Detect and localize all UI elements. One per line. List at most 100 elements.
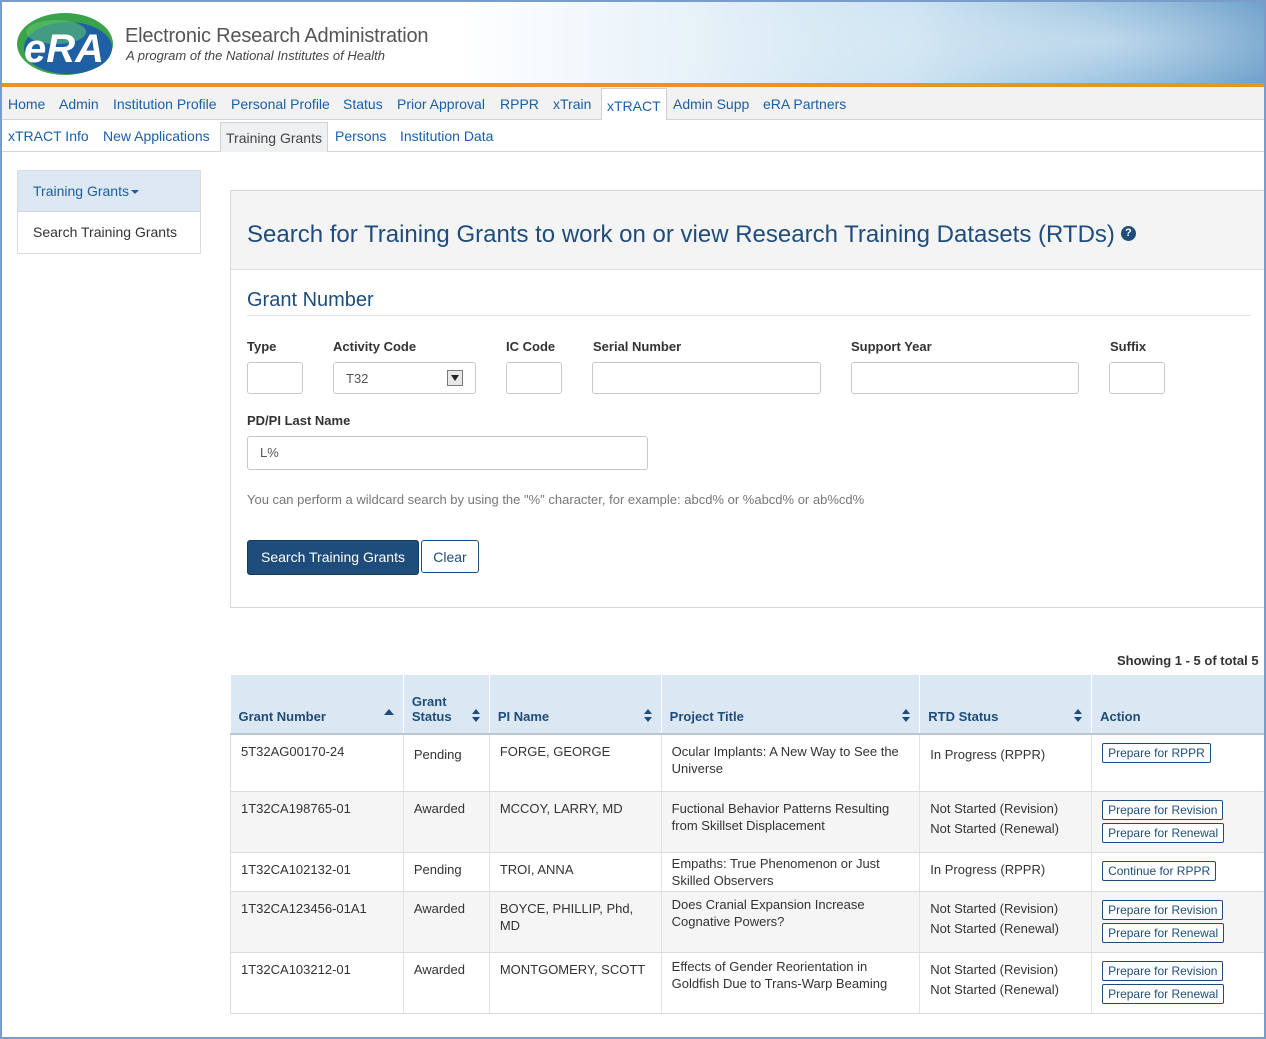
banner-subtitle: A program of the National Institutes of … — [126, 48, 385, 63]
prepare-for-revision-button[interactable]: Prepare for Revision — [1102, 799, 1224, 820]
cell-action: Prepare for Revision Prepare for Renewal — [1091, 791, 1264, 853]
cell-pi-name: BOYCE, PHILLIP, Phd, MD — [489, 891, 662, 953]
sort-icon — [902, 709, 911, 723]
cell-pi-name: MCCOY, LARRY, MD — [489, 791, 662, 853]
cell-action: Prepare for Revision Prepare for Renewal — [1091, 891, 1264, 953]
prepare-for-revision-button[interactable]: Prepare for Revision — [1102, 899, 1224, 920]
cell-grant-status: Awarded — [403, 952, 490, 1014]
prepare-for-renewal-button[interactable]: Prepare for Renewal — [1102, 922, 1225, 943]
rtd-status-text: Not Started (Revision) — [930, 900, 1059, 916]
col-header-rtd-status[interactable]: RTD Status — [919, 675, 1093, 735]
nav-home[interactable]: Home — [8, 96, 45, 112]
nav-admin[interactable]: Admin — [59, 96, 99, 112]
support-year-input[interactable] — [851, 362, 1079, 394]
cell-grant-number: 1T32CA123456-01A1 — [230, 891, 404, 953]
col-header-label: Grant Number — [238, 709, 326, 724]
banner-title: Electronic Research Administration — [125, 25, 429, 47]
banner-swoosh — [562, 2, 1264, 84]
col-header-label: Action — [1100, 709, 1141, 724]
sort-asc-icon — [383, 709, 394, 715]
side-menu: Training Grants Search Training Grants — [17, 170, 201, 254]
pi-last-name-label: PD/PI Last Name — [247, 413, 351, 428]
nav-rppr[interactable]: RPPR — [500, 96, 539, 112]
activity-code-label: Activity Code — [333, 339, 417, 354]
cell-grant-number: 5T32AG00170-24 — [230, 734, 404, 792]
main-nav: Home Admin Institution Profile Personal … — [2, 87, 1264, 120]
cell-project-title: Effects of Gender Reorientation in Goldf… — [661, 952, 921, 1014]
cell-action: Prepare for RPPR — [1091, 734, 1264, 792]
table-row: 1T32CA102132-01 Pending TROI, ANNA Empat… — [230, 852, 1264, 892]
subnav-institution-data[interactable]: Institution Data — [400, 128, 493, 144]
sort-icon — [1074, 709, 1083, 723]
activity-code-value: T32 — [346, 371, 369, 386]
cell-action: Prepare for Revision Prepare for Renewal — [1091, 952, 1264, 1014]
cell-grant-number: 1T32CA198765-01 — [230, 791, 404, 853]
col-header-grant-status[interactable]: Grant Status — [403, 675, 490, 735]
nav-personal-profile[interactable]: Personal Profile — [231, 96, 330, 112]
chevron-down-icon[interactable] — [447, 370, 463, 386]
cell-project-title: Fuctional Behavior Patterns Resulting fr… — [661, 791, 921, 853]
cell-rtd-status: Not Started (Revision) Not Started (Renew… — [919, 952, 1093, 1014]
col-header-project-title[interactable]: Project Title — [661, 675, 921, 735]
nav-xtract[interactable]: xTRACT — [601, 88, 667, 120]
prepare-for-rppr-button[interactable]: Prepare for RPPR — [1102, 743, 1211, 763]
search-training-grants-button[interactable]: Search Training Grants — [247, 540, 419, 575]
page-title-text: Search for Training Grants to work on or… — [247, 221, 1115, 248]
ic-code-input[interactable] — [506, 362, 562, 394]
table-row: 1T32CA123456-01A1 Awarded BOYCE, PHILLIP… — [230, 891, 1264, 953]
cell-grant-status: Pending — [403, 734, 490, 792]
help-icon[interactable]: ? — [1120, 226, 1136, 242]
cell-grant-number: 1T32CA103212-01 — [230, 952, 404, 1014]
nav-era-partners[interactable]: eRA Partners — [763, 96, 846, 112]
sort-icon — [471, 709, 480, 723]
serial-number-input[interactable] — [592, 362, 821, 394]
table-header-row: Grant Number Grant Status PI Name Projec… — [230, 675, 1264, 735]
nav-prior-approval[interactable]: Prior Approval — [397, 96, 485, 112]
clear-button[interactable]: Clear — [421, 540, 479, 573]
col-header-pi-name[interactable]: PI Name — [489, 675, 662, 735]
svg-text:eRA: eRA — [24, 27, 104, 71]
nav-admin-supp[interactable]: Admin Supp — [673, 96, 749, 112]
section-divider — [247, 315, 1251, 316]
page-title: Search for Training Grants to work on or… — [247, 221, 1136, 249]
nav-xtrain[interactable]: xTrain — [553, 96, 591, 112]
subnav-new-applications[interactable]: New Applications — [103, 128, 210, 144]
cell-grant-status: Pending — [403, 852, 490, 892]
rtd-status-text: Not Started (Renewal) — [930, 820, 1059, 836]
rtd-status-text: Not Started (Revision) — [930, 961, 1059, 977]
serial-number-label: Serial Number — [593, 339, 682, 354]
type-input[interactable] — [247, 362, 303, 394]
col-header-grant-number[interactable]: Grant Number — [230, 675, 404, 735]
search-panel: Search for Training Grants to work on or… — [230, 190, 1264, 608]
subnav-training-grants[interactable]: Training Grants — [220, 122, 328, 152]
subnav-persons[interactable]: Persons — [335, 128, 386, 144]
activity-code-select[interactable]: T32 — [333, 362, 476, 394]
cell-project-title: Empaths: True Phenomenon or Just Skilled… — [661, 852, 921, 892]
sub-nav: xTRACT Info New Applications Training Gr… — [2, 120, 1264, 152]
nav-institution-profile[interactable]: Institution Profile — [113, 96, 217, 112]
prepare-for-revision-button[interactable]: Prepare for Revision — [1102, 960, 1224, 981]
col-header-label: Project Title — [669, 709, 744, 724]
results-table: Grant Number Grant Status PI Name Projec… — [230, 675, 1264, 1014]
side-menu-item-search[interactable]: Search Training Grants — [18, 212, 200, 252]
cell-rtd-status: In Progress (RPPR) — [919, 734, 1093, 792]
nav-status[interactable]: Status — [343, 96, 383, 112]
continue-for-rppr-button[interactable]: Continue for RPPR — [1102, 860, 1217, 881]
cell-pi-name: MONTGOMERY, SCOTT — [489, 952, 662, 1014]
cell-action: Continue for RPPR — [1091, 852, 1264, 892]
col-header-label: Grant Status — [411, 694, 452, 724]
side-menu-heading-label: Training Grants — [33, 183, 129, 199]
table-row: 5T32AG00170-24 Pending FORGE, GEORGE Ocu… — [230, 734, 1264, 792]
wildcard-hint: You can perform a wildcard search by usi… — [247, 492, 865, 507]
cell-pi-name: FORGE, GEORGE — [489, 734, 662, 792]
prepare-for-renewal-button[interactable]: Prepare for Renewal — [1102, 822, 1225, 843]
header-banner: eRA Electronic Research Administration A… — [2, 2, 1264, 84]
cell-project-title: Does Cranial Expansion Increase Cognativ… — [661, 891, 921, 953]
suffix-input[interactable] — [1109, 362, 1165, 394]
pi-last-name-input[interactable]: L% — [247, 436, 648, 470]
subnav-xtract-info[interactable]: xTRACT Info — [8, 128, 89, 144]
side-menu-heading[interactable]: Training Grants — [18, 171, 200, 212]
cell-pi-name: TROI, ANNA — [489, 852, 662, 892]
rtd-status-text: Not Started (Revision) — [930, 800, 1059, 816]
prepare-for-renewal-button[interactable]: Prepare for Renewal — [1102, 983, 1225, 1004]
